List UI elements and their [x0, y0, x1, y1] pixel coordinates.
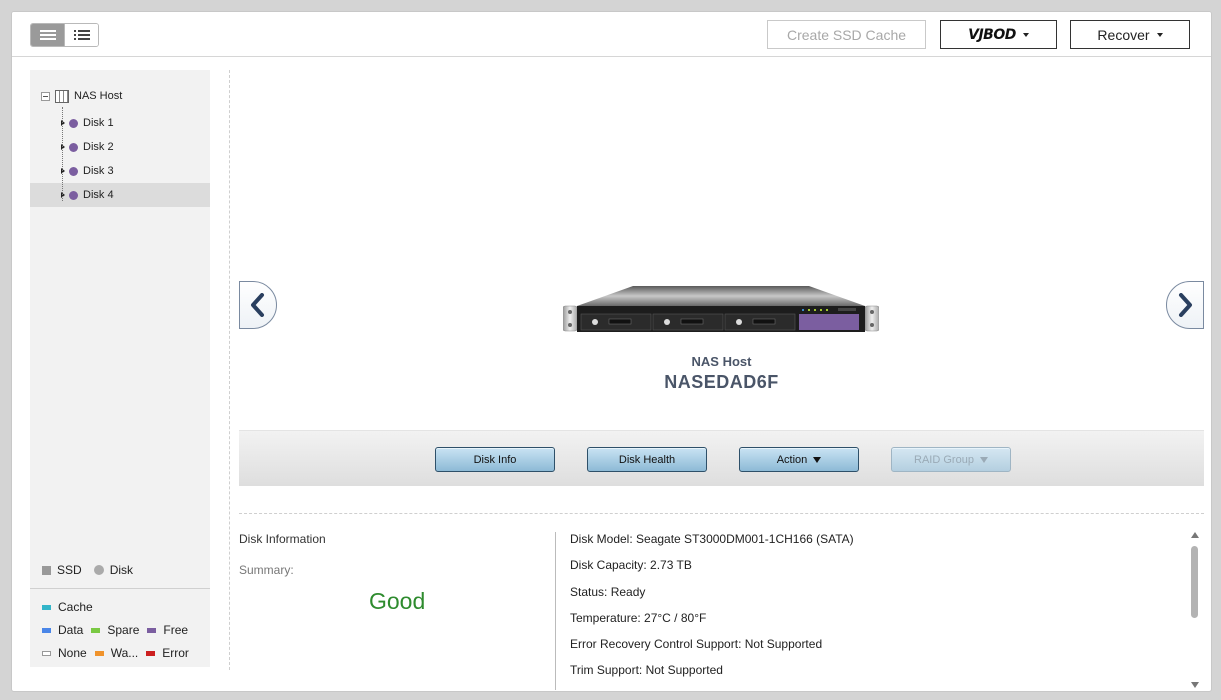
legend-error-label: Error	[162, 646, 189, 660]
list-icon	[73, 30, 90, 40]
ssd-square-icon	[42, 565, 51, 575]
disk-capacity: Disk Capacity: 2.73 TB	[570, 558, 692, 573]
info-column-divider	[555, 532, 556, 690]
spare-swatch-icon	[91, 627, 101, 633]
disk-tree: NAS Host Disk 1 Disk 2 Disk 3 Disk 4	[30, 85, 210, 207]
vjbod-dropdown-button[interactable]: VJBOD	[940, 20, 1057, 49]
disk-details-list: Disk Model: Seagate ST3000DM001-1CH166 (…	[570, 532, 854, 690]
legend-none: None	[42, 646, 87, 660]
data-swatch-icon	[42, 627, 51, 633]
legend-warning: Wa...	[94, 646, 139, 660]
chevron-left-icon	[251, 293, 264, 317]
action-bar: Disk Info Disk Health Action RAID Group	[239, 430, 1204, 486]
next-device-button[interactable]	[1166, 281, 1204, 329]
scroll-down-icon[interactable]	[1191, 682, 1199, 688]
legend-disk-label: Disk	[109, 563, 134, 577]
tree-item-label: Disk 3	[83, 165, 114, 177]
disk-status-dot-icon	[69, 190, 78, 200]
vjbod-logo: VJBOD	[968, 26, 1016, 43]
legend-row-3: None Wa... Error	[42, 646, 197, 660]
legend-spare: Spare	[91, 623, 139, 637]
nas-device-image[interactable]	[563, 284, 879, 336]
disk-health-button[interactable]: Disk Health	[587, 447, 707, 472]
trim-support: Trim Support: Not Supported	[570, 663, 723, 678]
legend-none-label: None	[58, 646, 87, 660]
none-swatch-icon	[42, 650, 51, 656]
legend-data-label: Data	[58, 623, 84, 637]
legend-device-types: SSD Disk	[42, 563, 133, 577]
tree-connector-line	[62, 107, 63, 201]
tree-item-label: Disk 4	[83, 189, 114, 201]
tree-item-disk-1[interactable]: Disk 1	[30, 111, 210, 135]
caret-down-icon	[1022, 33, 1029, 37]
tree-item-disk-2[interactable]: Disk 2	[30, 135, 210, 159]
tree-item-disk-3[interactable]: Disk 3	[30, 159, 210, 183]
disk-information-title: Disk Information	[239, 532, 326, 546]
cache-swatch-icon	[42, 604, 51, 610]
recover-dropdown-button[interactable]: Recover	[1070, 20, 1190, 49]
raid-group-label: RAID Group	[914, 453, 974, 466]
info-divider	[239, 513, 1204, 514]
legend-row-2: Data Spare Free	[42, 623, 196, 637]
disk-status: Status: Ready	[570, 584, 646, 599]
disk-status-dot-icon	[69, 142, 78, 152]
error-swatch-icon	[146, 650, 156, 656]
legend-free-label: Free	[163, 623, 189, 637]
legend-cache: Cache	[42, 600, 93, 614]
tree-item-label: Disk 2	[83, 141, 114, 153]
triangle-down-icon	[979, 456, 988, 463]
scroll-up-icon[interactable]	[1191, 532, 1199, 538]
recover-label: Recover	[1097, 26, 1150, 43]
panel-divider	[229, 70, 230, 670]
chevron-right-icon	[1179, 293, 1192, 317]
storage-manager-window: Create SSD Cache VJBOD Recover NAS Host …	[11, 11, 1212, 692]
view-toggle	[30, 23, 99, 47]
legend-cache-label: Cache	[58, 600, 93, 614]
error-recovery-support: Error Recovery Control Support: Not Supp…	[570, 637, 823, 652]
raid-group-dropdown-button[interactable]: RAID Group	[891, 447, 1011, 472]
create-ssd-cache-button[interactable]: Create SSD Cache	[767, 20, 926, 49]
device-name: NASEDAD6F	[664, 372, 779, 392]
free-swatch-icon	[147, 627, 157, 633]
nas-host-icon	[55, 89, 69, 103]
device-label: NAS Host	[691, 354, 752, 369]
toolbar: Create SSD Cache VJBOD Recover	[12, 12, 1211, 57]
tree-item-disk-4[interactable]: Disk 4	[30, 183, 210, 207]
sidebar: NAS Host Disk 1 Disk 2 Disk 3 Disk 4 SSD…	[30, 70, 210, 667]
summary-label: Summary:	[239, 563, 294, 577]
warning-swatch-icon	[94, 650, 104, 656]
disk-status-dot-icon	[69, 166, 78, 176]
collapse-icon[interactable]	[41, 91, 50, 101]
menu-lines-icon	[39, 30, 56, 40]
caret-down-icon	[1156, 33, 1163, 37]
legend-data: Data	[42, 623, 83, 637]
tree-item-label: Disk 1	[83, 117, 114, 129]
disk-info-button[interactable]: Disk Info	[435, 447, 555, 472]
action-label: Action	[776, 453, 808, 466]
action-dropdown-button[interactable]: Action	[739, 447, 859, 472]
legend-free: Free	[147, 623, 188, 637]
list-view-button[interactable]	[64, 24, 98, 46]
legend-spare-label: Spare	[107, 623, 140, 637]
graphic-view-button[interactable]	[31, 24, 64, 46]
legend-error: Error	[146, 646, 189, 660]
previous-device-button[interactable]	[239, 281, 277, 329]
disk-status-dot-icon	[69, 118, 78, 128]
scroll-thumb[interactable]	[1191, 546, 1198, 618]
disk-circle-icon	[93, 565, 104, 575]
triangle-down-icon	[813, 456, 822, 463]
legend-row-1: Cache	[42, 600, 101, 614]
tree-root-label: NAS Host	[74, 90, 123, 102]
legend-warning-label: Wa...	[110, 646, 139, 660]
tree-root-nas-host[interactable]: NAS Host	[30, 85, 210, 107]
health-status: Good	[369, 588, 426, 614]
disk-model: Disk Model: Seagate ST3000DM001-1CH166 (…	[570, 532, 854, 546]
legend-ssd-label: SSD	[57, 563, 82, 577]
main-panel: NAS Host NASEDAD6F Disk Info Disk Health…	[239, 70, 1204, 690]
details-scrollbar[interactable]	[1189, 532, 1201, 691]
legend-divider	[30, 588, 210, 589]
disk-temperature: Temperature: 27°C / 80°F	[570, 610, 707, 625]
